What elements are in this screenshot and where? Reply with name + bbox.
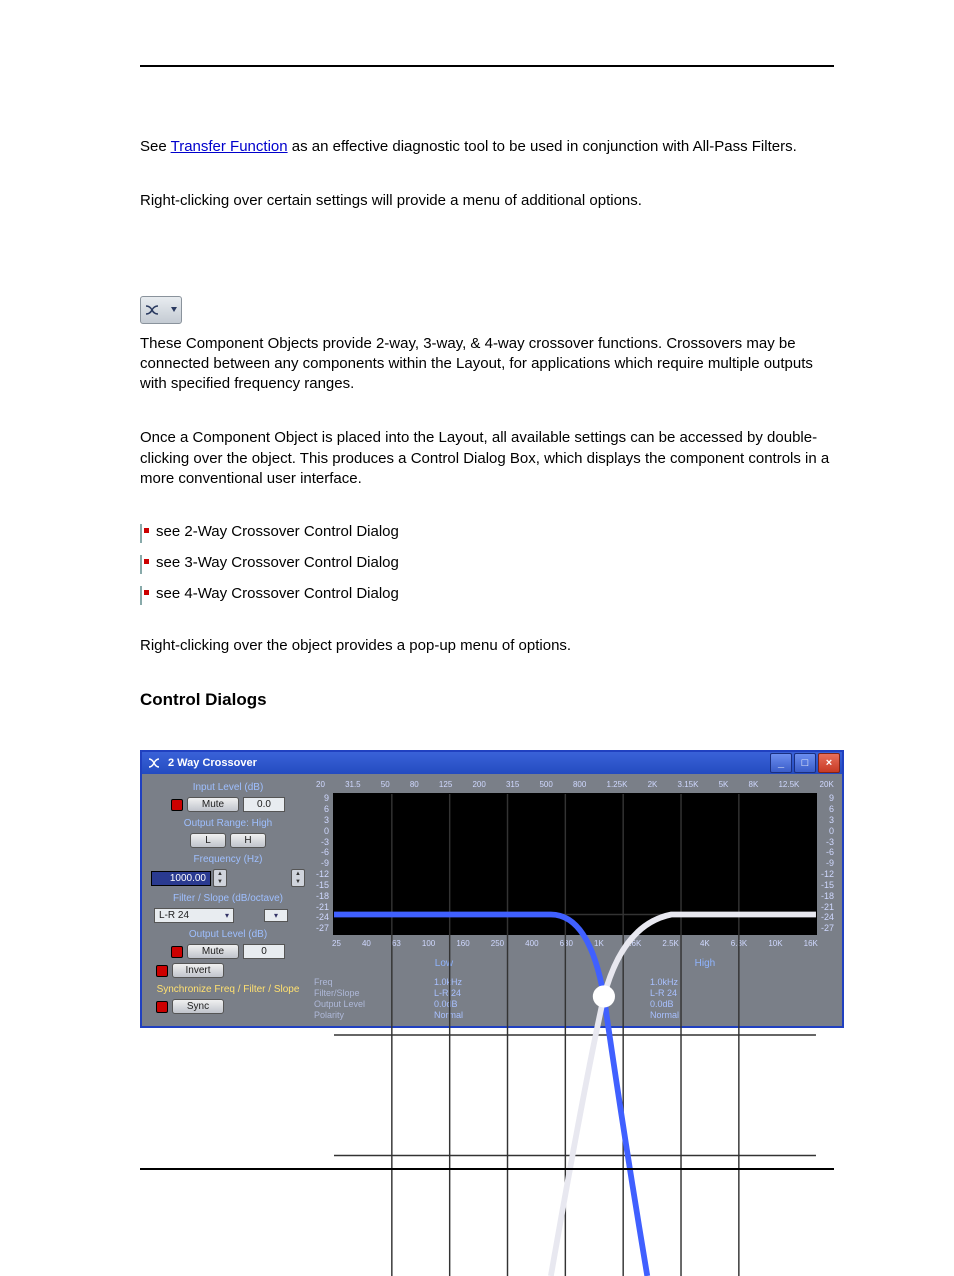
- input-level-value[interactable]: 0.0: [243, 797, 285, 812]
- invert-indicator-icon: [156, 965, 168, 977]
- bottom-rule: [140, 1168, 834, 1170]
- crossover-glyph-icon: [145, 303, 163, 317]
- chevron-down-icon: ▼: [292, 878, 304, 886]
- transfer-function-link[interactable]: Transfer Function: [171, 138, 288, 155]
- input-mute-indicator-icon: [171, 799, 183, 811]
- invert-button[interactable]: Invert: [172, 963, 224, 978]
- chevron-up-icon: ▲: [292, 870, 304, 878]
- dialog-titlebar[interactable]: 2 Way Crossover _ □ ×: [142, 752, 842, 774]
- sync-button[interactable]: Sync: [172, 999, 224, 1014]
- output-mute-indicator-icon: [171, 946, 183, 958]
- crossover-dialog: 2 Way Crossover _ □ × Input Level (dB) M…: [140, 750, 844, 1028]
- window-close-button[interactable]: ×: [818, 753, 840, 773]
- input-mute-button[interactable]: Mute: [187, 797, 239, 812]
- dialog-title: 2 Way Crossover: [168, 757, 257, 769]
- filter-slope-select-2[interactable]: ▾: [264, 909, 288, 922]
- see-4way-text: see 4-Way Crossover Control Dialog: [156, 585, 399, 602]
- output-range-label: Output Range: High: [148, 818, 308, 829]
- filter-slope-label: Filter / Slope (dB/octave): [148, 893, 308, 904]
- frequency-input[interactable]: 1000.00: [151, 871, 211, 886]
- control-panel: Input Level (dB) Mute 0.0 Output Range: …: [148, 780, 308, 1020]
- output-level-label: Output Level (dB): [148, 929, 308, 940]
- y-axis-right: 9630-3-6-9-12-15-18-21-24-27: [819, 793, 836, 933]
- control-dialogs-heading: Control Dialogs: [140, 690, 834, 710]
- chevron-down-icon: ▾: [274, 911, 278, 920]
- see-2way-line: see 2-Way Crossover Control Dialog: [140, 523, 834, 540]
- output-level-value[interactable]: 0: [243, 944, 285, 959]
- frequency-spinner[interactable]: ▲▼: [213, 869, 227, 887]
- rightclick-object-paragraph: Right-clicking over the object provides …: [140, 636, 834, 656]
- see-2way-text: see 2-Way Crossover Control Dialog: [156, 523, 399, 540]
- range-high-button[interactable]: H: [230, 833, 266, 848]
- filter-slope-select[interactable]: L-R 24 ▾: [154, 908, 234, 923]
- curves-icon: [334, 794, 816, 1276]
- see-3way-text: see 3-Way Crossover Control Dialog: [156, 554, 399, 571]
- input-level-label: Input Level (dB): [148, 782, 308, 793]
- topic-bullet-icon: [140, 587, 154, 601]
- chevron-down-icon: ▼: [214, 878, 226, 886]
- frequency-spinner-2[interactable]: ▲▼: [291, 869, 305, 887]
- frequency-label: Frequency (Hz): [148, 854, 308, 865]
- sync-indicator-icon: [156, 1001, 168, 1013]
- topic-bullet-icon: [140, 525, 154, 539]
- x-axis-top: 2031.550801252003155008001.25K2K3.15K5K8…: [314, 780, 836, 789]
- see-4way-line: see 4-Way Crossover Control Dialog: [140, 585, 834, 602]
- intro-see: See: [140, 138, 171, 155]
- chevron-down-icon: ▾: [225, 911, 229, 920]
- intro-paragraph: See Transfer Function as an effective di…: [140, 137, 834, 157]
- dialog-app-icon: [148, 757, 162, 769]
- chevron-up-icon: ▲: [214, 870, 226, 878]
- rightclick-settings-paragraph: Right-clicking over certain settings wil…: [140, 191, 834, 211]
- see-3way-line: see 3-Way Crossover Control Dialog: [140, 554, 834, 571]
- response-graph[interactable]: [333, 793, 817, 935]
- sync-label: Synchronize Freq / Filter / Slope: [148, 984, 308, 995]
- component-objects-paragraph: These Component Objects provide 2-way, 3…: [140, 334, 834, 395]
- window-maximize-button[interactable]: □: [794, 753, 816, 773]
- dropdown-caret-icon: [171, 307, 177, 313]
- top-rule: [140, 65, 834, 67]
- output-mute-button[interactable]: Mute: [187, 944, 239, 959]
- placement-paragraph: Once a Component Object is placed into t…: [140, 428, 834, 489]
- range-low-button[interactable]: L: [190, 833, 226, 848]
- intro-rest: as an effective diagnostic tool to be us…: [288, 138, 797, 155]
- crossover-toolbar-icon: [140, 296, 182, 324]
- y-axis-left: 9630-3-6-9-12-15-18-21-24-27: [314, 793, 331, 933]
- topic-bullet-icon: [140, 556, 154, 570]
- window-minimize-button[interactable]: _: [770, 753, 792, 773]
- filter-slope-value: L-R 24: [159, 910, 189, 921]
